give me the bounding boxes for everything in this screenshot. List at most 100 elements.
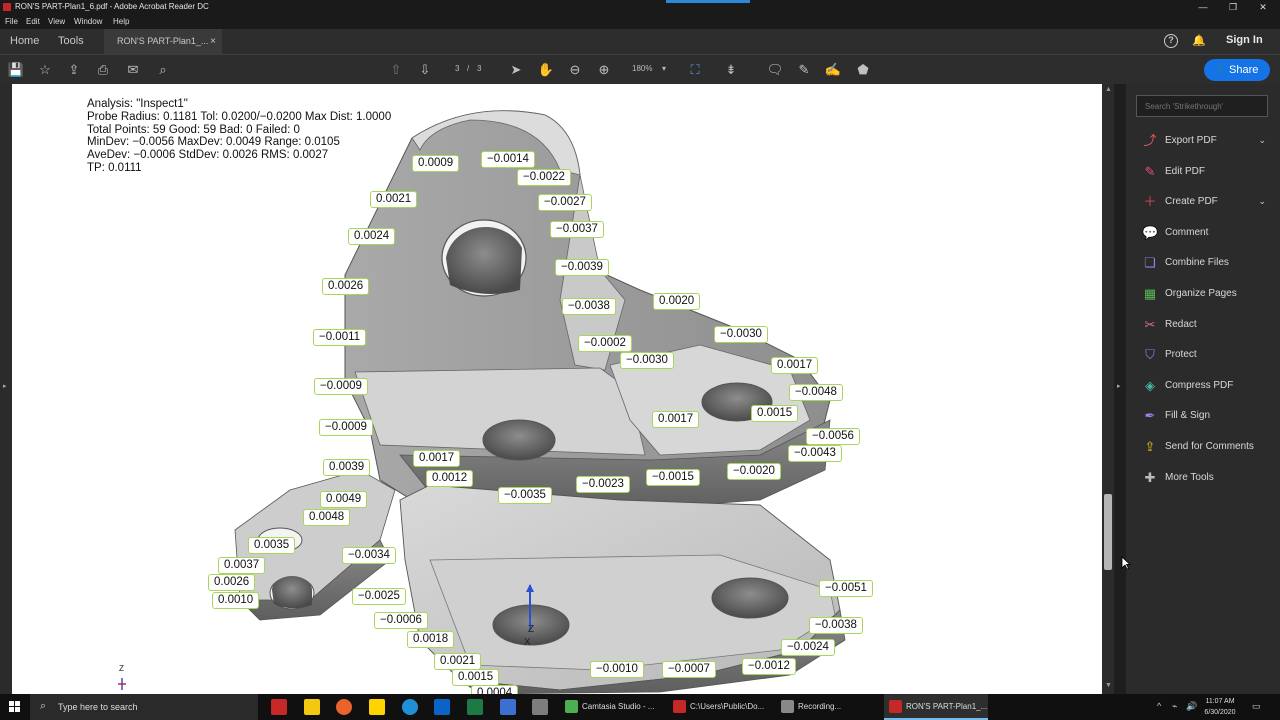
close-window-button[interactable]: ✕ (1248, 0, 1278, 14)
menu-view[interactable]: View (48, 14, 65, 29)
save-icon[interactable]: 💾 (7, 61, 25, 79)
tab-document-label: RON'S PART-Plan1_... (117, 36, 209, 46)
hand-tool-icon[interactable]: ✋ (537, 61, 555, 79)
collapse-right-panel-icon[interactable]: ▸ (1117, 382, 1121, 390)
comment-icon[interactable]: 🗨 (766, 61, 784, 79)
tool-send-for-comments[interactable]: ⇪ Send for Comments (1142, 438, 1272, 458)
deviation-label: −0.0020 (727, 463, 781, 480)
expand-left-panel-icon[interactable]: ▸ (3, 382, 7, 390)
chevron-down-icon[interactable]: ⌄ (1258, 196, 1266, 207)
firefox-icon[interactable] (336, 699, 352, 715)
tool-create-pdf[interactable]: ＋ Create PDF ⌄ (1142, 193, 1272, 213)
marquee-zoom-icon[interactable]: ⛶ (686, 61, 704, 79)
edit-pdf-icon: ✎ (1144, 163, 1156, 179)
scrollbar-thumb[interactable] (1104, 494, 1112, 570)
upload-cloud-icon[interactable]: ⇪ (65, 61, 83, 79)
network-icon[interactable]: ⌁ (1172, 701, 1177, 712)
deviation-label: −0.0034 (342, 547, 396, 564)
solidworks-icon[interactable] (500, 699, 516, 715)
zoom-in-icon[interactable]: ⊕ (595, 61, 613, 79)
deviation-label: −0.0030 (714, 326, 768, 343)
edge-icon[interactable] (402, 699, 418, 715)
deviation-label: −0.0015 (646, 469, 700, 486)
comment-icon: 💬 (1142, 224, 1159, 240)
find-icon[interactable]: ⌕ (154, 61, 172, 79)
scroll-up-icon[interactable]: ▲ (1105, 86, 1112, 93)
page-current[interactable]: 3 (455, 64, 459, 73)
scroll-mode-icon[interactable]: ⇟ (722, 61, 740, 79)
notification-center-icon[interactable]: ▭ (1252, 701, 1261, 712)
sign-in-button[interactable]: Sign In (1226, 34, 1263, 46)
outlook-icon[interactable] (434, 699, 450, 715)
taskbar-folder-path[interactable]: C:\Users\Public\Do... (668, 694, 772, 720)
deviation-label: 0.0017 (652, 411, 700, 428)
share-label: Share (1229, 64, 1259, 76)
menu-window[interactable]: Window (74, 14, 102, 29)
more-tools-icon: ✚ (1144, 469, 1156, 485)
taskbar-acrobat-document[interactable]: RON'S PART-Plan1_... (884, 694, 988, 720)
tool-more-tools[interactable]: ✚ More Tools (1142, 469, 1272, 489)
tool-comment[interactable]: 💬 Comment (1142, 224, 1272, 244)
tray-chevron-icon[interactable]: ^ (1157, 701, 1161, 711)
axis-label-x: X (524, 637, 531, 648)
windows-start-icon[interactable] (9, 701, 21, 713)
chevron-down-icon[interactable]: ⌄ (1258, 135, 1266, 146)
excel-icon[interactable] (467, 699, 483, 715)
menu-file[interactable]: File (5, 14, 18, 29)
file-explorer-icon[interactable] (304, 699, 320, 715)
deviation-label: −0.0025 (352, 588, 406, 605)
taskbar-camtasia[interactable]: Camtasia Studio - ... (560, 694, 664, 720)
print-icon[interactable]: ⎙ (94, 61, 112, 79)
bell-icon[interactable]: 🔔 (1192, 34, 1206, 47)
next-page-icon[interactable]: ⇩ (416, 61, 434, 79)
tab-document[interactable]: RON'S PART-Plan1_... × (104, 29, 222, 54)
help-icon[interactable]: ? (1164, 34, 1178, 48)
tool-edit-pdf[interactable]: ✎ Edit PDF (1142, 163, 1272, 183)
deviation-label: 0.0020 (653, 293, 701, 310)
menu-edit[interactable]: Edit (26, 14, 40, 29)
tool-compress-pdf[interactable]: ◈ Compress PDF (1142, 377, 1272, 397)
deviation-label: −0.0012 (742, 658, 796, 675)
pinned-app-icon[interactable] (271, 699, 287, 715)
highlight-pen-icon[interactable]: ✎ (795, 61, 813, 79)
deviation-label: 0.0035 (248, 537, 296, 554)
tool-combine-files[interactable]: ❏ Combine Files (1142, 254, 1272, 274)
tool-export-pdf[interactable]: ⤴ Export PDF ⌄ (1142, 132, 1272, 152)
select-tool-icon[interactable]: ➤ (507, 61, 525, 79)
deviation-label: 0.0017 (771, 357, 819, 374)
bookmark-star-icon[interactable]: ☆ (36, 61, 54, 79)
tab-home[interactable]: Home (10, 35, 39, 47)
tool-protect[interactable]: ⛉ Protect (1142, 346, 1272, 366)
sticky-notes-icon[interactable] (369, 699, 385, 715)
tool-organize-pages[interactable]: ▦ Organize Pages (1142, 285, 1272, 305)
tools-search-input[interactable] (1136, 95, 1268, 117)
pinned-tool-icon[interactable] (532, 699, 548, 715)
prev-page-icon[interactable]: ⇧ (387, 61, 405, 79)
taskbar-app-label: C:\Users\Public\Do... (690, 702, 765, 711)
tab-bar: Home Tools RON'S PART-Plan1_... × ? 🔔 Si… (0, 29, 1280, 54)
taskbar-search[interactable]: ⌕ Type here to search (30, 694, 258, 720)
zoom-out-icon[interactable]: ⊖ (566, 61, 584, 79)
tool-fill-sign[interactable]: ✒ Fill & Sign (1142, 407, 1272, 427)
menu-help[interactable]: Help (113, 14, 129, 29)
stamp-icon[interactable]: ⬟ (854, 61, 872, 79)
taskbar-recording[interactable]: Recording... (776, 694, 880, 720)
zoom-caret-icon[interactable]: ▾ (662, 64, 666, 73)
scroll-down-icon[interactable]: ▼ (1105, 682, 1112, 689)
sign-icon[interactable]: ✍ (824, 61, 842, 79)
deviation-label: 0.0024 (348, 228, 396, 245)
tab-tools[interactable]: Tools (58, 35, 84, 47)
restore-button[interactable]: ❐ (1218, 0, 1248, 14)
tool-redact[interactable]: ✂ Redact (1142, 316, 1272, 336)
deviation-label: 0.0015 (452, 669, 500, 686)
taskbar-clock[interactable]: 11:07 AM 6/30/2020 (1200, 696, 1240, 718)
close-tab-icon[interactable]: × (210, 29, 216, 54)
volume-icon[interactable]: 🔊 (1186, 701, 1197, 712)
compress-pdf-icon: ◈ (1145, 377, 1155, 393)
email-icon[interactable]: ✉ (124, 61, 142, 79)
acrobat-icon (889, 700, 902, 713)
share-button[interactable]: 👤 Share (1204, 59, 1270, 81)
zoom-level[interactable]: 180% (632, 64, 652, 73)
vertical-scrollbar[interactable]: ▲ ▼ (1102, 84, 1114, 694)
minimize-button[interactable]: — (1188, 0, 1218, 14)
